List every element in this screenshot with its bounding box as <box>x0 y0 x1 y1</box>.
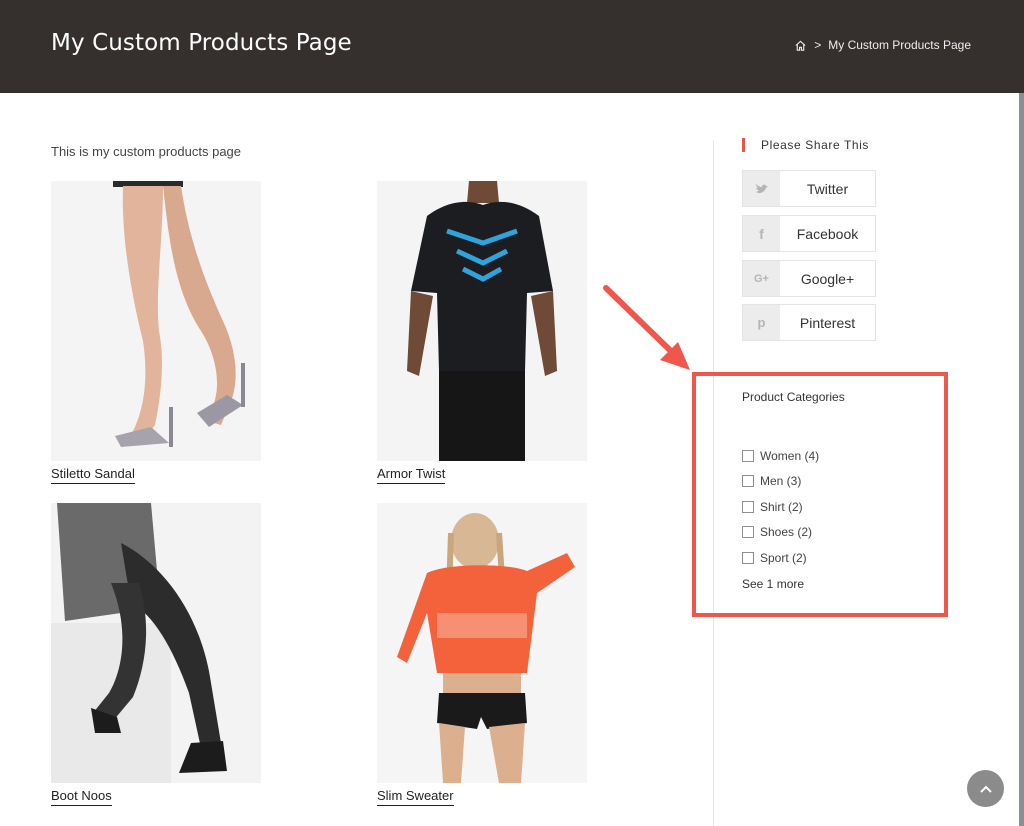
checkbox[interactable] <box>742 526 754 538</box>
pinterest-share-label: Pinterest <box>799 314 856 331</box>
category-label: Shirt (2) <box>760 500 803 514</box>
breadcrumb: > My Custom Products Page <box>794 38 971 52</box>
category-filter-shoes[interactable]: Shoes (2) <box>742 525 812 539</box>
pinterest-icon: p <box>743 305 780 340</box>
checkbox[interactable] <box>742 450 754 462</box>
annotation-highlight-box <box>692 372 948 617</box>
category-label: Sport (2) <box>760 551 807 565</box>
share-widget-title: Please Share This <box>742 138 869 152</box>
category-filter-sport[interactable]: Sport (2) <box>742 551 807 565</box>
breadcrumb-current: My Custom Products Page <box>828 38 971 52</box>
product-image[interactable] <box>377 503 587 783</box>
checkbox[interactable] <box>742 501 754 513</box>
google-plus-share-label: Google+ <box>800 270 855 287</box>
page-edge <box>1019 93 1024 826</box>
category-filter-men[interactable]: Men (3) <box>742 474 801 488</box>
breadcrumb-separator: > <box>814 38 822 52</box>
scroll-to-top-button[interactable] <box>967 770 1004 807</box>
home-icon[interactable] <box>794 39 807 52</box>
category-label: Shoes (2) <box>760 525 813 539</box>
product-name[interactable]: Stiletto Sandal <box>51 466 135 484</box>
product-card[interactable]: Stiletto Sandal <box>51 181 261 484</box>
category-filter-women[interactable]: Women (4) <box>742 449 819 463</box>
product-card[interactable]: Boot Noos <box>51 503 261 806</box>
annotation-arrow-icon <box>603 285 690 370</box>
intro-text: This is my custom products page <box>51 144 242 159</box>
pinterest-share-button[interactable]: p Pinterest <box>742 304 876 341</box>
facebook-icon: f <box>743 216 780 251</box>
category-label: Women (4) <box>760 449 820 463</box>
see-more-link[interactable]: See 1 more <box>742 577 804 591</box>
product-card[interactable]: Slim Sweater <box>377 503 587 806</box>
checkbox[interactable] <box>742 552 754 564</box>
google-plus-share-button[interactable]: G+ Google+ <box>742 260 876 297</box>
page-title: My Custom Products Page <box>51 30 352 56</box>
google-plus-icon: G+ <box>743 261 780 296</box>
twitter-share-label: Twitter <box>806 180 849 197</box>
twitter-share-button[interactable]: Twitter <box>742 170 876 207</box>
site-header: My Custom Products Page > My Custom Prod… <box>0 0 1024 93</box>
facebook-share-button[interactable]: f Facebook <box>742 215 876 252</box>
category-label: Men (3) <box>760 474 802 488</box>
product-name[interactable]: Boot Noos <box>51 788 112 806</box>
product-categories-title: Product Categories <box>742 390 845 404</box>
facebook-share-label: Facebook <box>796 225 859 242</box>
product-image[interactable] <box>51 181 261 461</box>
product-name[interactable]: Armor Twist <box>377 466 446 484</box>
product-image[interactable] <box>51 503 261 783</box>
product-card[interactable]: Armor Twist <box>377 181 587 484</box>
twitter-icon <box>743 171 780 206</box>
product-image[interactable] <box>377 181 587 461</box>
chevron-up-icon <box>979 785 992 793</box>
product-name[interactable]: Slim Sweater <box>377 788 454 806</box>
category-filter-shirt[interactable]: Shirt (2) <box>742 500 803 514</box>
checkbox[interactable] <box>742 475 754 487</box>
